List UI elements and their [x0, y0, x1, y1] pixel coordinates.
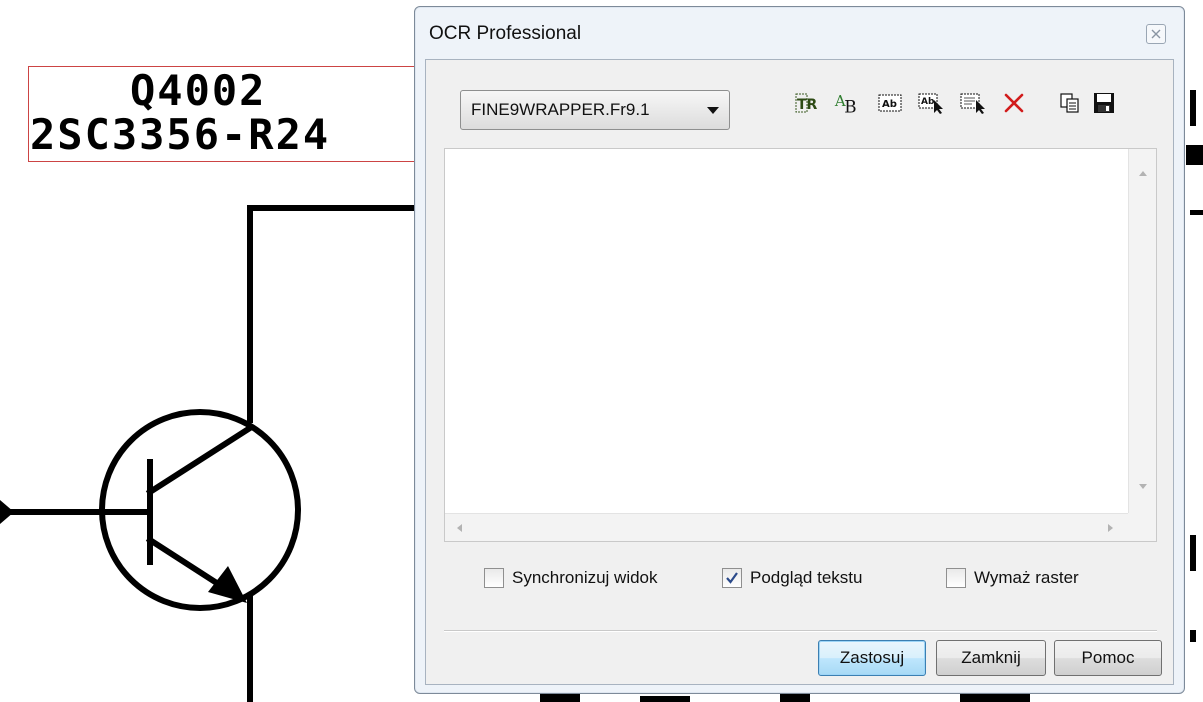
erase-raster-option[interactable]: Wymaż raster: [946, 568, 1079, 588]
ocr-engine-value: FINE9WRAPPER.Fr9.1: [471, 100, 650, 119]
base-arrow: [0, 500, 14, 524]
tr-button[interactable]: TR: [794, 86, 822, 120]
chevron-down-icon: [707, 107, 719, 114]
select-area-icon: [960, 93, 985, 114]
emitter-arrow: [208, 566, 247, 603]
copy-icon: [1060, 93, 1079, 113]
copy-button[interactable]: [1056, 86, 1084, 120]
dialog-titlebar[interactable]: OCR Professional: [415, 7, 1184, 59]
erase-raster-label: Wymaż raster: [974, 568, 1079, 587]
vertical-scrollbar[interactable]: [1128, 149, 1156, 513]
ocr-text-preview[interactable]: [444, 148, 1157, 542]
text-frame-button[interactable]: Ab: [876, 86, 904, 120]
close-button[interactable]: [1146, 24, 1166, 44]
svg-text:TR: TR: [797, 97, 818, 113]
collector-wire: [247, 205, 417, 423]
tr-icon: TR: [795, 93, 818, 113]
font-ab-button[interactable]: A B: [834, 86, 862, 120]
sync-view-checkbox[interactable]: [484, 568, 504, 588]
text-frame-icon: Ab: [878, 94, 902, 112]
sync-view-label: Synchronizuj widok: [512, 568, 658, 587]
save-icon: [1094, 93, 1114, 113]
scroll-up-icon[interactable]: [1139, 171, 1147, 176]
close-icon: [1151, 29, 1161, 39]
apply-button[interactable]: Zastosuj: [818, 640, 926, 676]
save-button[interactable]: [1090, 86, 1118, 120]
select-text-region-icon: Ab: [918, 93, 943, 114]
scroll-down-icon[interactable]: [1139, 484, 1147, 489]
scroll-right-icon[interactable]: [1108, 524, 1113, 532]
checkmark-icon: [726, 572, 738, 584]
erase-raster-checkbox[interactable]: [946, 568, 966, 588]
text-preview-option[interactable]: Podgląd tekstu: [722, 568, 862, 588]
delete-button[interactable]: [1000, 86, 1028, 120]
scrollbar-corner: [1128, 513, 1156, 541]
close-dialog-button[interactable]: Zamknij: [936, 640, 1046, 676]
text-preview-checkbox[interactable]: [722, 568, 742, 588]
scroll-left-icon[interactable]: [457, 524, 462, 532]
svg-text:Ab: Ab: [921, 97, 935, 107]
collector-lead: [145, 423, 255, 497]
dialog-title: OCR Professional: [429, 23, 582, 44]
ocr-dialog: OCR Professional FINE9WRAPPER.Fr9.1 TR A: [414, 6, 1185, 694]
ocr-engine-select[interactable]: FINE9WRAPPER.Fr9.1: [460, 90, 730, 130]
separator: [444, 630, 1157, 632]
delete-x-icon: [1004, 93, 1024, 113]
svg-text:B: B: [844, 96, 856, 115]
select-area-button[interactable]: [960, 86, 988, 120]
horizontal-scrollbar[interactable]: [445, 513, 1129, 541]
dialog-client-area: FINE9WRAPPER.Fr9.1 TR A B Ab Ab Synchron…: [425, 59, 1174, 685]
svg-text:Ab: Ab: [882, 99, 897, 110]
select-text-region-button[interactable]: Ab: [918, 86, 946, 120]
help-button[interactable]: Pomoc: [1054, 640, 1162, 676]
font-ab-icon: A B: [834, 92, 857, 115]
text-preview-label: Podgląd tekstu: [750, 568, 863, 587]
sync-view-option[interactable]: Synchronizuj widok: [484, 568, 658, 588]
